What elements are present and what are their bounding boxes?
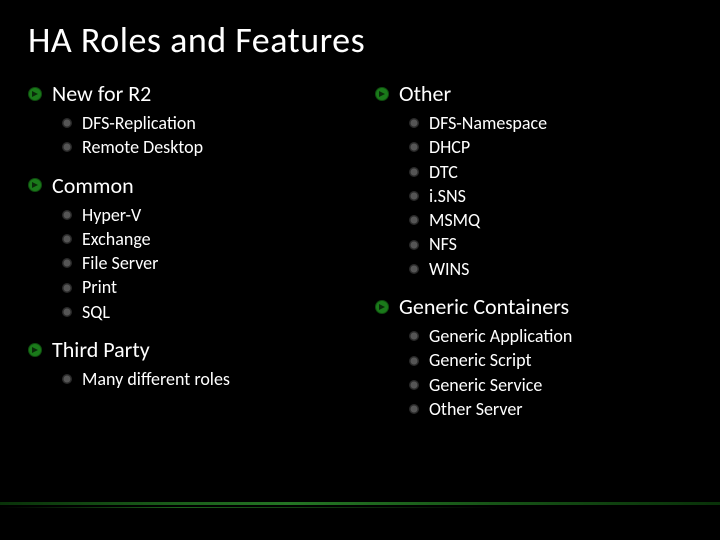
dot-icon (62, 234, 72, 244)
item-label: SQL (82, 300, 110, 324)
item-list: Generic Application Generic Script Gener… (375, 324, 692, 421)
dot-icon (409, 331, 419, 341)
list-item: SQL (62, 300, 345, 324)
section-heading: Generic Containers (375, 293, 692, 320)
arrow-bullet-icon (28, 343, 42, 357)
list-item: Hyper-V (62, 203, 345, 227)
section-heading-label: Generic Containers (399, 293, 569, 320)
dot-icon (409, 356, 419, 366)
dot-icon (62, 307, 72, 317)
item-label: Print (82, 275, 117, 299)
dot-icon (62, 283, 72, 293)
section-heading-label: Other (399, 80, 451, 107)
list-item: Remote Desktop (62, 135, 345, 159)
section-heading-label: New for R2 (52, 80, 151, 107)
dot-icon (62, 210, 72, 220)
arrow-bullet-icon (375, 87, 389, 101)
item-label: Remote Desktop (82, 135, 203, 159)
item-label: DFS-Replication (82, 111, 196, 135)
section-new-for-r2: New for R2 DFS-Replication Remote Deskto… (28, 80, 345, 160)
item-label: Many different roles (82, 367, 230, 391)
dot-icon (409, 191, 419, 201)
item-list: DFS-Namespace DHCP DTC i.SNS MSMQ NFS WI… (375, 111, 692, 281)
slide: HA Roles and Features New for R2 DFS-Rep… (0, 0, 720, 540)
item-label: WINS (429, 257, 469, 281)
section-heading: Third Party (28, 336, 345, 363)
list-item: File Server (62, 251, 345, 275)
item-label: DFS-Namespace (429, 111, 547, 135)
section-heading: Other (375, 80, 692, 107)
section-heading: Common (28, 172, 345, 199)
section-heading: New for R2 (28, 80, 345, 107)
list-item: DFS-Replication (62, 111, 345, 135)
dot-icon (409, 215, 419, 225)
list-item: WINS (409, 257, 692, 281)
list-item: DFS-Namespace (409, 111, 692, 135)
dot-icon (62, 258, 72, 268)
item-label: DTC (429, 160, 458, 184)
dot-icon (409, 167, 419, 177)
dot-icon (62, 118, 72, 128)
list-item: NFS (409, 232, 692, 256)
list-item: Many different roles (62, 367, 345, 391)
list-item: Generic Service (409, 373, 692, 397)
content-columns: New for R2 DFS-Replication Remote Deskto… (28, 80, 692, 433)
list-item: Print (62, 275, 345, 299)
list-item: Exchange (62, 227, 345, 251)
arrow-bullet-icon (28, 87, 42, 101)
dot-icon (409, 118, 419, 128)
dot-icon (409, 240, 419, 250)
item-label: i.SNS (429, 184, 466, 208)
item-label: Generic Application (429, 324, 572, 348)
page-title: HA Roles and Features (28, 18, 692, 62)
item-label: Generic Service (429, 373, 542, 397)
list-item: i.SNS (409, 184, 692, 208)
list-item: DTC (409, 160, 692, 184)
item-label: Other Server (429, 397, 523, 421)
right-column: Other DFS-Namespace DHCP DTC i.SNS MSMQ … (375, 80, 692, 433)
item-label: NFS (429, 232, 457, 256)
item-list: Hyper-V Exchange File Server Print SQL (28, 203, 345, 324)
item-label: DHCP (429, 135, 470, 159)
dot-icon (409, 404, 419, 414)
item-label: MSMQ (429, 208, 480, 232)
dot-icon (409, 380, 419, 390)
item-label: Hyper-V (82, 203, 141, 227)
divider (0, 502, 720, 512)
dot-icon (62, 374, 72, 384)
left-column: New for R2 DFS-Replication Remote Deskto… (28, 80, 345, 433)
item-label: Exchange (82, 227, 151, 251)
item-list: Many different roles (28, 367, 345, 391)
item-list: DFS-Replication Remote Desktop (28, 111, 345, 160)
section-third-party: Third Party Many different roles (28, 336, 345, 391)
item-label: Generic Script (429, 348, 532, 372)
section-heading-label: Common (52, 172, 134, 199)
dot-icon (409, 264, 419, 274)
item-label: File Server (82, 251, 158, 275)
list-item: Generic Script (409, 348, 692, 372)
list-item: Other Server (409, 397, 692, 421)
section-heading-label: Third Party (52, 336, 150, 363)
list-item: MSMQ (409, 208, 692, 232)
section-common: Common Hyper-V Exchange File Server Prin… (28, 172, 345, 324)
dot-icon (62, 142, 72, 152)
arrow-bullet-icon (28, 178, 42, 192)
arrow-bullet-icon (375, 300, 389, 314)
section-generic-containers: Generic Containers Generic Application G… (375, 293, 692, 421)
dot-icon (409, 142, 419, 152)
list-item: DHCP (409, 135, 692, 159)
section-other: Other DFS-Namespace DHCP DTC i.SNS MSMQ … (375, 80, 692, 281)
list-item: Generic Application (409, 324, 692, 348)
